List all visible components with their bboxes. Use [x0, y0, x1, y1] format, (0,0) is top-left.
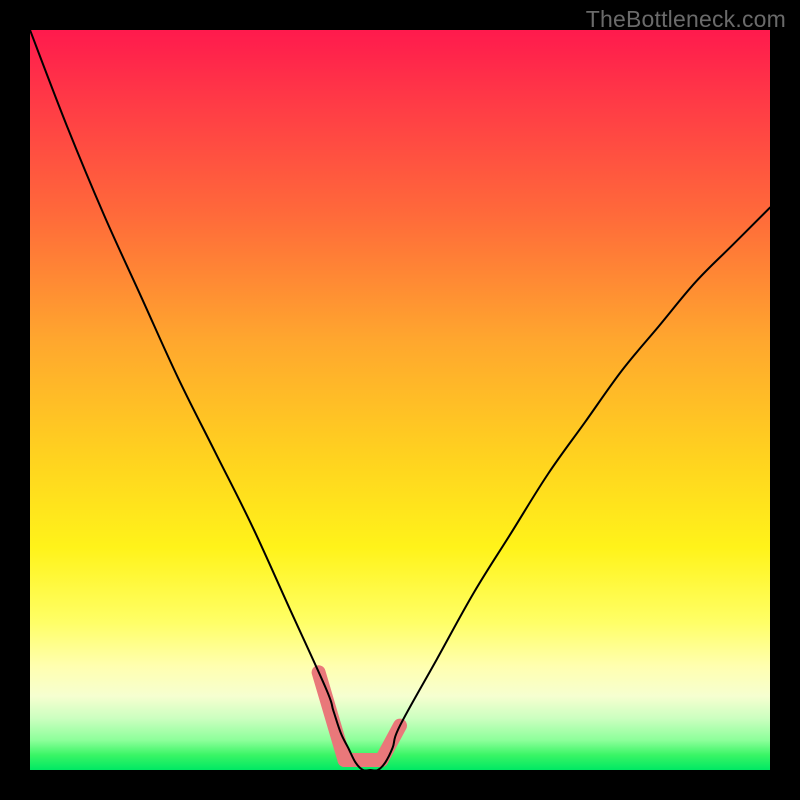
- chart-svg: [30, 30, 770, 770]
- plot-area: [30, 30, 770, 770]
- highlight-segment-left: [319, 672, 345, 760]
- watermark-label: TheBottleneck.com: [586, 6, 786, 33]
- chart-frame: TheBottleneck.com: [0, 0, 800, 800]
- bottleneck-curve: [30, 30, 770, 770]
